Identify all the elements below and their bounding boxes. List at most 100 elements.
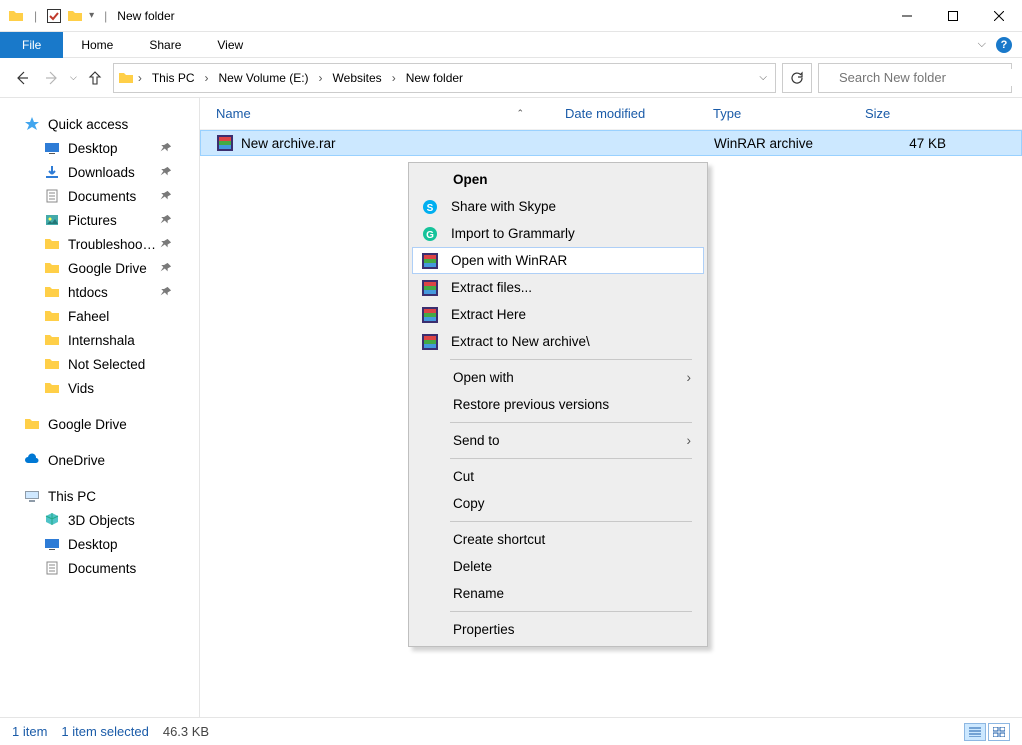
menu-properties[interactable]: Properties: [412, 616, 704, 643]
chevron-right-icon[interactable]: ›: [317, 71, 325, 85]
sidebar-item[interactable]: Desktop: [0, 136, 199, 160]
sidebar-item[interactable]: htdocs: [0, 280, 199, 304]
menu-extract-files[interactable]: Extract files...: [412, 274, 704, 301]
quick-access-check[interactable]: [47, 9, 61, 23]
search-input[interactable]: [837, 69, 1017, 86]
tab-share[interactable]: Share: [131, 32, 199, 58]
sidebar-item[interactable]: Downloads: [0, 160, 199, 184]
crumb-this-pc[interactable]: This PC: [146, 65, 201, 91]
pin-icon: [158, 140, 174, 156]
sidebar-item-label: Documents: [68, 189, 136, 204]
ribbon-expand[interactable]: ⌵: [978, 38, 986, 51]
rar-file-icon: [217, 135, 233, 151]
file-name: New archive.rar: [241, 136, 336, 151]
menu-delete[interactable]: Delete: [412, 553, 704, 580]
item-icon: [44, 164, 60, 180]
title-separator: |: [34, 9, 37, 23]
sidebar-item[interactable]: Desktop: [0, 532, 199, 556]
crumb-volume[interactable]: New Volume (E:): [213, 65, 315, 91]
up-button[interactable]: [83, 66, 107, 90]
help-icon[interactable]: ?: [996, 37, 1012, 53]
pin-icon: [158, 260, 174, 276]
sidebar-item[interactable]: Troubleshooting: [0, 232, 199, 256]
minimize-button[interactable]: [884, 0, 930, 32]
sidebar-item[interactable]: Not Selected: [0, 352, 199, 376]
sidebar-item[interactable]: 3D Objects: [0, 508, 199, 532]
sidebar-quick-access[interactable]: Quick access: [0, 112, 199, 136]
column-name[interactable]: Name⌃: [200, 98, 555, 129]
menu-cut[interactable]: Cut: [412, 463, 704, 490]
sidebar-item-label: Documents: [68, 561, 136, 576]
menu-share-skype[interactable]: SShare with Skype: [412, 193, 704, 220]
menu-grammarly[interactable]: GImport to Grammarly: [412, 220, 704, 247]
sidebar-item-label: Internshala: [68, 333, 135, 348]
pin-icon: [158, 188, 174, 204]
tab-view[interactable]: View: [199, 32, 261, 58]
menu-send-to[interactable]: Send to›: [412, 427, 704, 454]
item-icon: [44, 140, 60, 156]
refresh-button[interactable]: [782, 63, 812, 93]
menu-open-winrar[interactable]: Open with WinRAR: [412, 247, 704, 274]
sidebar-item-label: Downloads: [68, 165, 135, 180]
maximize-button[interactable]: [930, 0, 976, 32]
history-dropdown[interactable]: ⌵: [70, 72, 77, 83]
search-box[interactable]: [818, 63, 1012, 93]
menu-extract-here[interactable]: Extract Here: [412, 301, 704, 328]
sidebar-item[interactable]: Google Drive: [0, 256, 199, 280]
menu-open-with[interactable]: Open with›: [412, 364, 704, 391]
close-button[interactable]: [976, 0, 1022, 32]
cloud-icon: [24, 452, 40, 468]
item-icon: [44, 308, 60, 324]
menu-copy[interactable]: Copy: [412, 490, 704, 517]
menu-shortcut[interactable]: Create shortcut: [412, 526, 704, 553]
sidebar-this-pc[interactable]: This PC: [0, 484, 199, 508]
forward-button[interactable]: [40, 66, 64, 90]
navbar: ⌵ › This PC › New Volume (E:) › Websites…: [0, 58, 1022, 98]
chevron-right-icon: ›: [687, 370, 692, 385]
sidebar-item-label: Vids: [68, 381, 94, 396]
sidebar-item[interactable]: Pictures: [0, 208, 199, 232]
sidebar-item[interactable]: Internshala: [0, 328, 199, 352]
view-thumbnails-button[interactable]: [988, 723, 1010, 741]
file-row[interactable]: New archive.rar WinRAR archive 47 KB: [200, 130, 1022, 156]
column-type[interactable]: Type: [703, 98, 855, 129]
chevron-right-icon[interactable]: ›: [136, 71, 144, 85]
sidebar-item-label: Desktop: [68, 141, 118, 156]
navigation-pane: Quick access Desktop Downloads Documents Pi…: [0, 98, 200, 717]
winrar-icon: [421, 279, 439, 297]
skype-icon: S: [421, 198, 439, 216]
sidebar-item-label: Google Drive: [68, 261, 147, 276]
address-dropdown[interactable]: ⌵: [759, 72, 767, 83]
menu-rename[interactable]: Rename: [412, 580, 704, 607]
sidebar-google-drive[interactable]: Google Drive: [0, 412, 199, 436]
grammarly-icon: G: [421, 225, 439, 243]
sidebar-item[interactable]: Faheel: [0, 304, 199, 328]
chevron-right-icon[interactable]: ›: [390, 71, 398, 85]
menu-restore[interactable]: Restore previous versions: [412, 391, 704, 418]
title-dropdown[interactable]: ▾: [89, 10, 94, 21]
sidebar-onedrive[interactable]: OneDrive: [0, 448, 199, 472]
titlebar: | ▾ | New folder: [0, 0, 1022, 32]
crumb-current[interactable]: New folder: [400, 65, 469, 91]
item-icon: [44, 284, 60, 300]
column-size[interactable]: Size: [855, 98, 955, 129]
menu-extract-to[interactable]: Extract to New archive\: [412, 328, 704, 355]
column-date[interactable]: Date modified: [555, 98, 703, 129]
item-icon: [44, 356, 60, 372]
menu-separator: [450, 611, 692, 612]
view-details-button[interactable]: [964, 723, 986, 741]
crumb-websites[interactable]: Websites: [327, 65, 388, 91]
sidebar-item[interactable]: Documents: [0, 556, 199, 580]
menu-open[interactable]: Open: [412, 166, 704, 193]
sidebar-item[interactable]: Documents: [0, 184, 199, 208]
address-bar[interactable]: › This PC › New Volume (E:) › Websites ›…: [113, 63, 776, 93]
item-icon: [44, 380, 60, 396]
status-item-count: 1 item: [12, 724, 47, 739]
sidebar-item[interactable]: Vids: [0, 376, 199, 400]
tab-home[interactable]: Home: [63, 32, 131, 58]
chevron-right-icon[interactable]: ›: [203, 71, 211, 85]
file-tab[interactable]: File: [0, 32, 63, 58]
sidebar-item-label: Pictures: [68, 213, 117, 228]
back-button[interactable]: [10, 66, 34, 90]
menu-separator: [450, 359, 692, 360]
